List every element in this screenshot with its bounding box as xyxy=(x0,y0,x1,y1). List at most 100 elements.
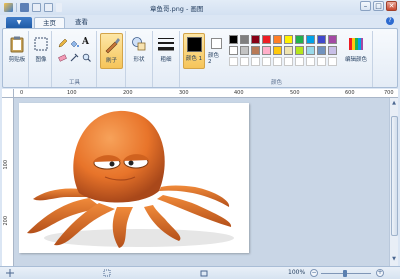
custom-color-slot[interactable] xyxy=(273,57,282,66)
color-swatch[interactable] xyxy=(240,46,249,55)
color-swatch[interactable] xyxy=(306,46,315,55)
canvas-workspace: 0 100 200 300 400 500 600 700 100 200 ▲ … xyxy=(2,89,398,266)
cursor-position-icon xyxy=(6,269,14,277)
group-colors: 颜色 1 颜色 2 编辑颜色 颜色 xyxy=(181,31,373,87)
size-button[interactable]: 粗细 xyxy=(157,35,175,63)
custom-color-slot[interactable] xyxy=(262,57,271,66)
group-brushes: 刷子 xyxy=(98,31,126,87)
eraser-icon[interactable] xyxy=(58,53,67,62)
color-swatch[interactable] xyxy=(251,46,260,55)
tab-home[interactable]: 主页 xyxy=(34,17,65,28)
zoom-in-button[interactable]: + xyxy=(376,269,384,277)
maximize-button[interactable]: □ xyxy=(373,1,384,11)
drawing-canvas[interactable] xyxy=(19,103,249,253)
image-select-icon xyxy=(34,37,48,51)
selection-size-icon xyxy=(103,269,111,277)
custom-color-slot[interactable] xyxy=(306,57,315,66)
zoom-slider-thumb[interactable] xyxy=(343,270,347,277)
color-swatch[interactable] xyxy=(262,35,271,44)
edit-colors-button[interactable]: 编辑颜色 xyxy=(345,35,367,63)
zoom-out-button[interactable]: − xyxy=(310,269,318,277)
octopus-picture xyxy=(27,110,234,248)
title-bar: 章鱼哥.png - 画图 – □ ✕ xyxy=(0,0,400,15)
scroll-thumb[interactable] xyxy=(391,116,398,236)
color1-label: 颜色 1 xyxy=(185,56,203,62)
shapes-icon xyxy=(132,37,146,51)
custom-color-slot[interactable] xyxy=(240,57,249,66)
color-swatch[interactable] xyxy=(295,46,304,55)
color-swatch[interactable] xyxy=(317,35,326,44)
color-swatch[interactable] xyxy=(273,46,282,55)
color2-swatch xyxy=(210,38,222,49)
help-icon[interactable]: ? xyxy=(386,17,394,25)
minimize-button[interactable]: – xyxy=(360,1,371,11)
qat-customize-icon[interactable] xyxy=(56,3,62,12)
color-picker-icon[interactable] xyxy=(70,53,79,62)
color-swatch[interactable] xyxy=(317,46,326,55)
color-swatch[interactable] xyxy=(295,35,304,44)
group-tools: A 工具 xyxy=(53,31,97,87)
shapes-button[interactable]: 形状 xyxy=(130,35,148,63)
save-icon[interactable] xyxy=(20,3,29,12)
color-swatch[interactable] xyxy=(328,46,337,55)
custom-color-slot[interactable] xyxy=(295,57,304,66)
ruler-h-label: 600 xyxy=(345,90,355,96)
group-image: 图像 xyxy=(30,31,52,87)
color-swatch[interactable] xyxy=(306,35,315,44)
color-swatch[interactable] xyxy=(229,46,238,55)
custom-color-slot[interactable] xyxy=(229,57,238,66)
custom-color-slot[interactable] xyxy=(284,57,293,66)
custom-color-slot[interactable] xyxy=(251,57,260,66)
ruler-v-label: 200 xyxy=(3,216,9,226)
color-swatch[interactable] xyxy=(284,46,293,55)
brushes-label: 刷子 xyxy=(105,58,117,64)
color1-button[interactable]: 颜色 1 xyxy=(183,33,205,69)
tab-view[interactable]: 查看 xyxy=(67,17,96,28)
paint-app-icon[interactable] xyxy=(4,3,13,12)
ruler-corner xyxy=(2,89,14,98)
qat-separator xyxy=(16,3,17,12)
zoom-level: 100% xyxy=(288,269,306,276)
paint-menu-button[interactable]: ▼ xyxy=(6,17,32,28)
color2-label: 颜色 2 xyxy=(208,53,220,65)
magnifier-icon[interactable] xyxy=(82,53,91,62)
color-swatch[interactable] xyxy=(284,35,293,44)
close-button[interactable]: ✕ xyxy=(386,1,397,11)
image-size-icon xyxy=(200,270,208,277)
pencil-icon[interactable] xyxy=(58,39,67,48)
clipboard-icon xyxy=(10,36,24,53)
color1-swatch xyxy=(186,37,202,52)
window-title: 章鱼哥.png - 画图 xyxy=(150,5,204,13)
text-tool-icon[interactable]: A xyxy=(82,37,91,47)
group-clipboard: 剪贴板 xyxy=(5,31,29,87)
shapes-label: 形状 xyxy=(133,57,145,63)
brushes-button[interactable]: 刷子 xyxy=(100,33,123,69)
color2-button[interactable]: 颜色 2 xyxy=(208,33,224,69)
fill-bucket-icon[interactable] xyxy=(70,39,79,48)
color-swatch[interactable] xyxy=(273,35,282,44)
ruler-h-label: 400 xyxy=(234,90,244,96)
ruler-h-label: 700 xyxy=(384,90,394,96)
scroll-down-arrow-icon[interactable]: ▼ xyxy=(390,256,398,264)
undo-icon[interactable] xyxy=(32,3,41,12)
line-width-icon xyxy=(158,38,174,51)
custom-color-slot[interactable] xyxy=(317,57,326,66)
color-swatch[interactable] xyxy=(229,35,238,44)
image-button[interactable]: 图像 xyxy=(32,35,50,63)
color-swatch[interactable] xyxy=(262,46,271,55)
ruler-v-label: 100 xyxy=(3,160,9,170)
ruler-h-label: 100 xyxy=(67,90,77,96)
status-bar: 100% − + xyxy=(0,266,400,279)
vertical-scrollbar[interactable]: ▲ ▼ xyxy=(389,98,398,266)
color-swatch[interactable] xyxy=(251,35,260,44)
redo-icon[interactable] xyxy=(44,3,53,12)
color-swatch[interactable] xyxy=(240,35,249,44)
quick-access-toolbar xyxy=(0,3,62,12)
ruler-h-label: 0 xyxy=(20,90,24,96)
size-label: 粗细 xyxy=(160,57,172,63)
custom-color-slot[interactable] xyxy=(328,57,337,66)
scroll-up-arrow-icon[interactable]: ▲ xyxy=(390,100,398,108)
color-swatch[interactable] xyxy=(328,35,337,44)
clipboard-button[interactable]: 剪贴板 xyxy=(8,35,26,63)
edit-colors-label: 编辑颜色 xyxy=(345,57,368,63)
